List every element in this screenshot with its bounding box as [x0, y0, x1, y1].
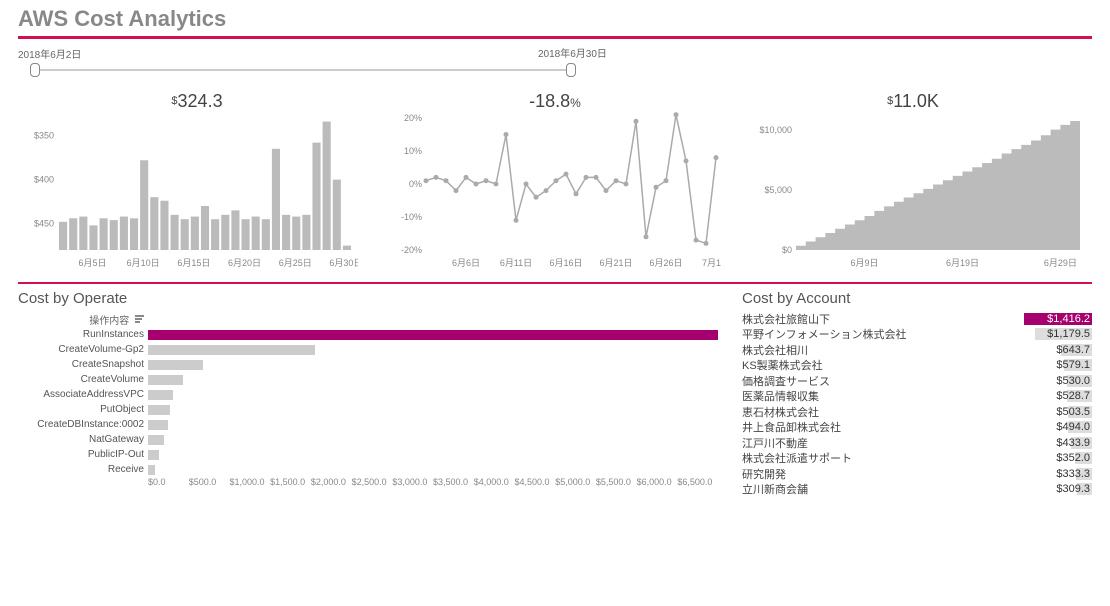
svg-text:6月10日: 6月10日	[127, 258, 160, 268]
operate-x-axis: $0.0$500.0$1,000.0$1,500.0$2,000.0$2,500…	[18, 477, 718, 487]
chart-cumulative-area[interactable]: $10,000 $5,000 $0 6月9日 6月19日 6月29日	[746, 112, 1092, 272]
operate-title: Cost by Operate	[18, 290, 718, 311]
svg-text:$5,000: $5,000	[764, 185, 792, 195]
operate-row-label: CreateVolume-Gp2	[18, 344, 148, 355]
svg-text:6月19日: 6月19日	[946, 258, 979, 268]
svg-text:0%: 0%	[409, 179, 422, 189]
svg-text:6月11日: 6月11日	[500, 258, 532, 268]
operate-row-label: AssociateAddressVPC	[18, 389, 148, 400]
account-row[interactable]: 株式会社派遣サポート$352.0	[742, 451, 1092, 467]
operate-row[interactable]: CreateVolume-Gp2	[18, 342, 718, 357]
panel-cost-by-account: Cost by Account 株式会社旅館山下$1,416.2平野インフォメー…	[742, 290, 1092, 497]
slider-end-label: 2018年6月30日	[538, 45, 607, 60]
operate-row-label: NatGateway	[18, 434, 148, 445]
divider-red-middle	[18, 282, 1092, 284]
svg-text:6月21日: 6月21日	[599, 258, 632, 268]
slider-track-line	[33, 69, 572, 71]
operate-row-label: RunInstances	[18, 329, 148, 340]
account-name: KS製薬株式会社	[742, 357, 1024, 373]
svg-text:$350: $350	[34, 131, 54, 141]
svg-text:6月26日: 6月26日	[649, 258, 682, 268]
operate-row[interactable]: CreateSnapshot	[18, 357, 718, 372]
operate-row[interactable]: NatGateway	[18, 432, 718, 447]
slider-start-label: 2018年6月2日	[18, 50, 81, 61]
operate-row[interactable]: CreateDBInstance:0002	[18, 417, 718, 432]
operate-row[interactable]: PublicIP-Out	[18, 447, 718, 462]
operate-row[interactable]: RunInstances	[18, 327, 718, 342]
kpi-total: $11.0K	[734, 85, 1092, 112]
account-row[interactable]: 医薬品情報収集$528.7	[742, 389, 1092, 405]
operate-row-label: PutObject	[18, 404, 148, 415]
svg-text:6月25日: 6月25日	[279, 258, 312, 268]
svg-text:6月30日: 6月30日	[329, 258, 358, 268]
account-name: 井上食品卸株式会社	[742, 419, 1024, 435]
operate-row-label: Receive	[18, 464, 148, 475]
kpi-cost: $324.3	[18, 85, 376, 112]
operate-row-label: CreateVolume	[18, 374, 148, 385]
svg-text:20%: 20%	[404, 113, 422, 123]
account-row[interactable]: 価格調査サービス$530.0	[742, 373, 1092, 389]
operate-row-label: PublicIP-Out	[18, 449, 148, 460]
svg-text:6月5日: 6月5日	[78, 258, 106, 268]
account-name: 医薬品情報収集	[742, 388, 1024, 404]
kpi-delta: -18.8%	[376, 85, 734, 112]
operate-row[interactable]: PutObject	[18, 402, 718, 417]
slider-handle-end[interactable]	[566, 63, 576, 77]
account-name: 江戸川不動産	[742, 435, 1024, 451]
account-name: 平野インフォメーション株式会社	[742, 326, 1024, 342]
svg-text:-20%: -20%	[401, 245, 422, 255]
svg-text:$10,000: $10,000	[759, 125, 792, 135]
svg-text:6月6日: 6月6日	[452, 258, 480, 268]
svg-text:-10%: -10%	[401, 212, 422, 222]
operate-row[interactable]: AssociateAddressVPC	[18, 387, 718, 402]
svg-text:6月20日: 6月20日	[228, 258, 261, 268]
account-row[interactable]: 立川新商会舗$309.3	[742, 482, 1092, 498]
account-name: 立川新商会舗	[742, 481, 1024, 497]
account-row[interactable]: 恵石材株式会社$503.5	[742, 404, 1092, 420]
account-title: Cost by Account	[742, 290, 1092, 311]
chart-cost-by-operate[interactable]: RunInstances CreateVolume-Gp2 CreateSnapsh…	[18, 327, 718, 477]
account-row[interactable]: 研究開発$333.3	[742, 466, 1092, 482]
date-range-slider[interactable]: 2018年6月2日 2018年6月30日	[0, 39, 1110, 79]
chart-pct-change-line[interactable]: 20% 10% 0% -10% -20% 6月6日 6月11日 6月16日 6月21日 6月26日…	[382, 112, 728, 272]
account-row[interactable]: 井上食品卸株式会社$494.0	[742, 420, 1092, 436]
svg-text:6月16日: 6月16日	[549, 258, 582, 268]
operate-header-label[interactable]: 操作内容	[89, 316, 129, 327]
operate-row-label: CreateDBInstance:0002	[18, 419, 148, 430]
svg-text:$400: $400	[34, 175, 54, 185]
account-name: 株式会社旅館山下	[742, 311, 1024, 327]
svg-text:$0: $0	[782, 245, 792, 255]
account-row[interactable]: KS製薬株式会社$579.1	[742, 358, 1092, 374]
account-row[interactable]: 株式会社相川$643.7	[742, 342, 1092, 358]
sort-descending-icon[interactable]	[135, 315, 144, 324]
account-name: 価格調査サービス	[742, 373, 1024, 389]
svg-text:6月15日: 6月15日	[177, 258, 210, 268]
svg-text:6月29日: 6月29日	[1044, 258, 1077, 268]
account-row[interactable]: 平野インフォメーション株式会社$1,179.5	[742, 327, 1092, 343]
operate-row[interactable]: CreateVolume	[18, 372, 718, 387]
svg-text:$450: $450	[34, 219, 54, 229]
svg-text:7月1日: 7月1日	[702, 258, 722, 268]
page-title: AWS Cost Analytics	[0, 0, 1110, 36]
account-name: 株式会社派遣サポート	[742, 450, 1024, 466]
panel-cost-by-operate: Cost by Operate 操作内容 RunInstances CreateV…	[18, 290, 718, 497]
slider-handle-start[interactable]	[30, 63, 40, 77]
account-name: 恵石材株式会社	[742, 404, 1024, 420]
svg-text:6月9日: 6月9日	[851, 258, 879, 268]
operate-row-label: CreateSnapshot	[18, 359, 148, 370]
account-row[interactable]: 株式会社旅館山下$1,416.2	[742, 311, 1092, 327]
table-cost-by-account[interactable]: 株式会社旅館山下$1,416.2平野インフォメーション株式会社$1,179.5株…	[742, 311, 1092, 497]
svg-text:10%: 10%	[404, 146, 422, 156]
operate-row[interactable]: Receive	[18, 462, 718, 477]
account-row[interactable]: 江戸川不動産$433.9	[742, 435, 1092, 451]
account-name: 研究開発	[742, 466, 1024, 482]
chart-daily-cost-bar[interactable]: $450 $400 $350 6月5日 6月10日 6月15日 6月20日 6月25日 6月30…	[18, 112, 364, 272]
account-name: 株式会社相川	[742, 342, 1024, 358]
